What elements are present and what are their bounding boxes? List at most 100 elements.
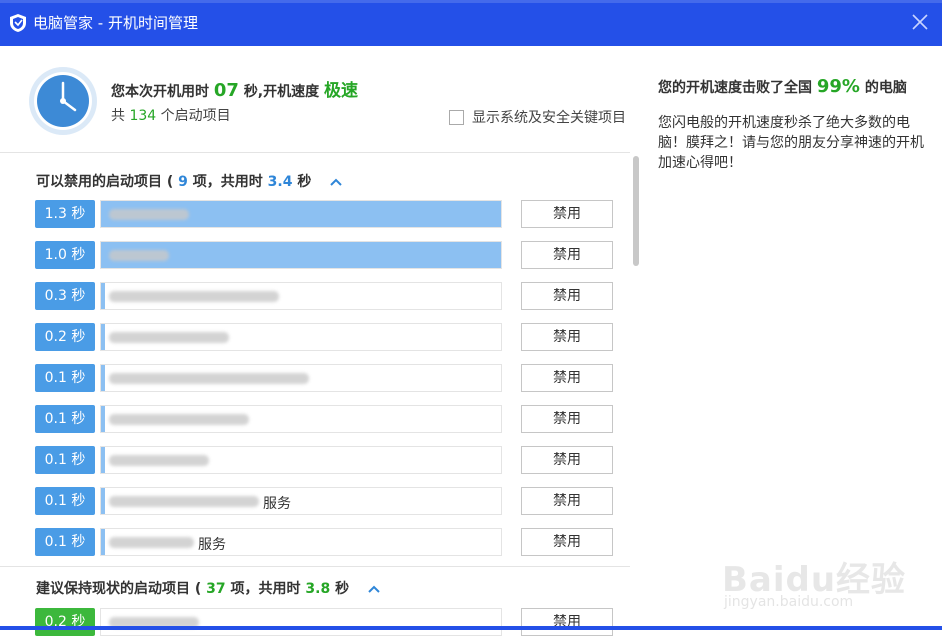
keep-item-row: 0.2 秒 禁用	[35, 608, 615, 638]
show-system-checkbox[interactable]	[449, 109, 464, 125]
disable-button[interactable]: 禁用	[521, 364, 613, 392]
startup-item-time: 0.1 秒	[35, 528, 95, 556]
window-title: 电脑管家 - 开机时间管理	[33, 14, 198, 32]
startup-item-fill	[101, 324, 105, 350]
startup-item-fill	[101, 406, 105, 432]
blurred-item-name	[109, 332, 229, 343]
disable-button[interactable]: 禁用	[521, 487, 613, 515]
disable-button[interactable]: 禁用	[521, 405, 613, 433]
startup-item-name-suffix: 服务	[198, 537, 226, 553]
list-scrollbar[interactable]	[633, 156, 639, 266]
startup-item-time: 0.2 秒	[35, 323, 95, 351]
shield-icon	[10, 14, 26, 32]
blurred-item-name	[109, 291, 279, 302]
startup-item-time: 0.1 秒	[35, 446, 95, 474]
startup-item-fill	[101, 488, 105, 514]
startup-item-row: 0.1 秒 禁用	[35, 364, 615, 394]
startup-item-fill	[101, 283, 105, 309]
bottom-bar	[0, 626, 942, 630]
blurred-item-name	[109, 455, 209, 466]
header-divider	[0, 152, 630, 153]
boot-time-line: 您本次开机用时 07 秒,开机速度 极速	[111, 76, 358, 101]
disable-button[interactable]: 禁用	[521, 241, 613, 269]
startup-item-time: 0.2 秒	[35, 608, 95, 636]
startup-item-bar	[100, 282, 502, 310]
disable-button[interactable]: 禁用	[521, 446, 613, 474]
startup-item-bar	[100, 364, 502, 392]
startup-item-row: 0.1 秒 禁用	[35, 446, 615, 476]
watermark-url: jingyan.baidu.com	[724, 594, 854, 610]
startup-item-bar	[100, 608, 502, 636]
beat-line: 您的开机速度击败了全国 99% 的电脑	[658, 76, 928, 97]
disable-section-mid: 项，共用时	[192, 174, 263, 190]
keep-section-mid: 项，共用时	[230, 581, 301, 597]
startup-item-bar	[100, 323, 502, 351]
startup-item-time: 0.3 秒	[35, 282, 95, 310]
startup-item-row: 0.3 秒 禁用	[35, 282, 615, 312]
startup-item-time: 1.3 秒	[35, 200, 95, 228]
boot-mid: 秒,开机速度	[243, 84, 320, 100]
boot-speed: 极速	[324, 81, 359, 101]
startup-item-bar: 服务	[100, 528, 502, 556]
startup-item-bar	[100, 405, 502, 433]
startup-item-bar: 服务	[100, 487, 502, 515]
keep-section-count: 37	[206, 581, 226, 597]
close-icon[interactable]	[910, 12, 930, 32]
disable-button[interactable]: 禁用	[521, 528, 613, 556]
startup-count: 134	[129, 108, 157, 124]
section-divider	[0, 566, 630, 567]
disable-button[interactable]: 禁用	[521, 282, 613, 310]
startup-item-fill	[101, 447, 105, 473]
share-text: 您闪电般的开机速度秒杀了绝大多数的电脑！膜拜之！请与您的朋友分享神速的开机加速心…	[658, 115, 924, 171]
startup-item-time: 0.1 秒	[35, 364, 95, 392]
disable-section-time: 3.4	[267, 174, 293, 190]
startup-count-line: 共 134 个启动项目	[111, 105, 231, 125]
blurred-item-name	[109, 496, 259, 507]
beat-percent: 99%	[816, 76, 860, 97]
startup-item-time: 0.1 秒	[35, 405, 95, 433]
keep-section-suffix: 秒	[335, 581, 350, 597]
startup-item-name-suffix: 服务	[263, 496, 291, 512]
beat-prefix: 您的开机速度击败了全国	[658, 80, 812, 96]
boot-prefix: 您本次开机用时	[111, 84, 209, 100]
title-bar: 电脑管家 - 开机时间管理	[0, 0, 942, 46]
startup-item-bar	[100, 200, 502, 228]
disable-section-suffix: 秒	[297, 174, 312, 190]
speed-rank-panel: 您的开机速度击败了全国 99% 的电脑 您闪电般的开机速度秒杀了绝大多数的电脑！…	[658, 76, 928, 173]
chevron-up-icon[interactable]	[368, 585, 380, 593]
startup-item-fill	[101, 365, 105, 391]
keep-section-time: 3.8	[305, 581, 331, 597]
baidu-watermark: Baidu经验 jingyan.baidu.com	[722, 522, 932, 612]
startup-prefix: 共	[111, 108, 125, 124]
startup-item-row: 1.3 秒 禁用	[35, 200, 615, 230]
blurred-item-name	[109, 250, 169, 261]
clock-icon	[29, 67, 97, 135]
startup-suffix: 个启动项目	[160, 108, 231, 124]
chevron-up-icon[interactable]	[330, 178, 342, 186]
boot-seconds: 07	[213, 80, 239, 101]
boot-summary: 您本次开机用时 07 秒,开机速度 极速 共 134 个启动项目 显示系统及安全…	[0, 46, 630, 152]
blurred-item-name	[109, 414, 249, 425]
startup-item-row: 0.1 秒 服务 禁用	[35, 487, 615, 517]
startup-item-time: 0.1 秒	[35, 487, 95, 515]
startup-item-row: 1.0 秒 禁用	[35, 241, 615, 271]
startup-item-fill	[101, 529, 105, 555]
disable-section-count: 9	[178, 174, 188, 190]
show-system-items-toggle[interactable]: 显示系统及安全关键项目	[449, 107, 626, 127]
keep-section-prefix: 建议保持现状的启动项目 (	[36, 581, 202, 597]
blurred-item-name	[109, 373, 309, 384]
beat-suffix: 的电脑	[864, 80, 907, 96]
startup-item-row: 0.2 秒 禁用	[35, 323, 615, 353]
startup-item-time: 1.0 秒	[35, 241, 95, 269]
disable-button[interactable]: 禁用	[521, 323, 613, 351]
startup-item-bar	[100, 241, 502, 269]
disable-section-header: 可以禁用的启动项目 ( 9 项，共用时 3.4 秒	[36, 171, 342, 191]
blurred-item-name	[109, 209, 189, 220]
disable-button[interactable]: 禁用	[521, 608, 613, 636]
keep-section-header: 建议保持现状的启动项目 ( 37 项，共用时 3.8 秒	[36, 578, 380, 598]
disable-button[interactable]: 禁用	[521, 200, 613, 228]
startup-item-row: 0.1 秒 禁用	[35, 405, 615, 435]
title-bar-highlight	[0, 0, 942, 3]
startup-item-bar	[100, 446, 502, 474]
startup-item-row: 0.1 秒 服务 禁用	[35, 528, 615, 558]
